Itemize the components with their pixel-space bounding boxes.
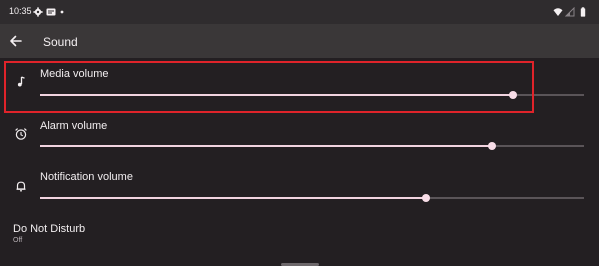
slider-thumb[interactable] <box>509 91 518 99</box>
message-icon <box>46 7 56 17</box>
app-bar: Sound <box>0 24 599 58</box>
slider-fill <box>40 94 514 96</box>
settings-gear-icon <box>33 7 43 17</box>
do-not-disturb-title: Do Not Disturb <box>13 223 86 235</box>
alarm-clock-icon <box>14 127 28 141</box>
arrow-back-icon <box>6 35 26 55</box>
dot-icon <box>59 7 69 17</box>
signal-icon <box>565 7 575 17</box>
do-not-disturb-status: Off <box>13 237 23 244</box>
notification-volume-slider[interactable] <box>40 193 584 203</box>
status-time: 10:35 <box>9 6 32 16</box>
battery-icon <box>578 7 588 17</box>
back-button[interactable] <box>6 31 26 51</box>
bell-icon <box>14 179 28 193</box>
alarm-volume-row: Alarm volume <box>0 114 599 164</box>
slider-fill <box>40 197 427 199</box>
notification-volume-label: Notification volume <box>40 171 133 183</box>
slider-thumb[interactable] <box>487 142 496 150</box>
do-not-disturb-item[interactable]: Do Not Disturb Off <box>0 218 599 252</box>
slider-fill <box>40 145 492 147</box>
music-note-icon <box>14 75 28 89</box>
media-volume-row: Media volume <box>0 62 599 114</box>
media-volume-label: Media volume <box>40 68 109 80</box>
alarm-volume-label: Alarm volume <box>40 120 108 132</box>
status-bar: 10:35 <box>0 0 599 24</box>
slider-thumb[interactable] <box>422 194 431 202</box>
notification-volume-row: Notification volume <box>0 165 599 215</box>
page-title: Sound <box>43 35 78 49</box>
wifi-icon <box>553 7 563 17</box>
media-volume-slider[interactable] <box>40 90 584 100</box>
alarm-volume-slider[interactable] <box>40 141 584 151</box>
